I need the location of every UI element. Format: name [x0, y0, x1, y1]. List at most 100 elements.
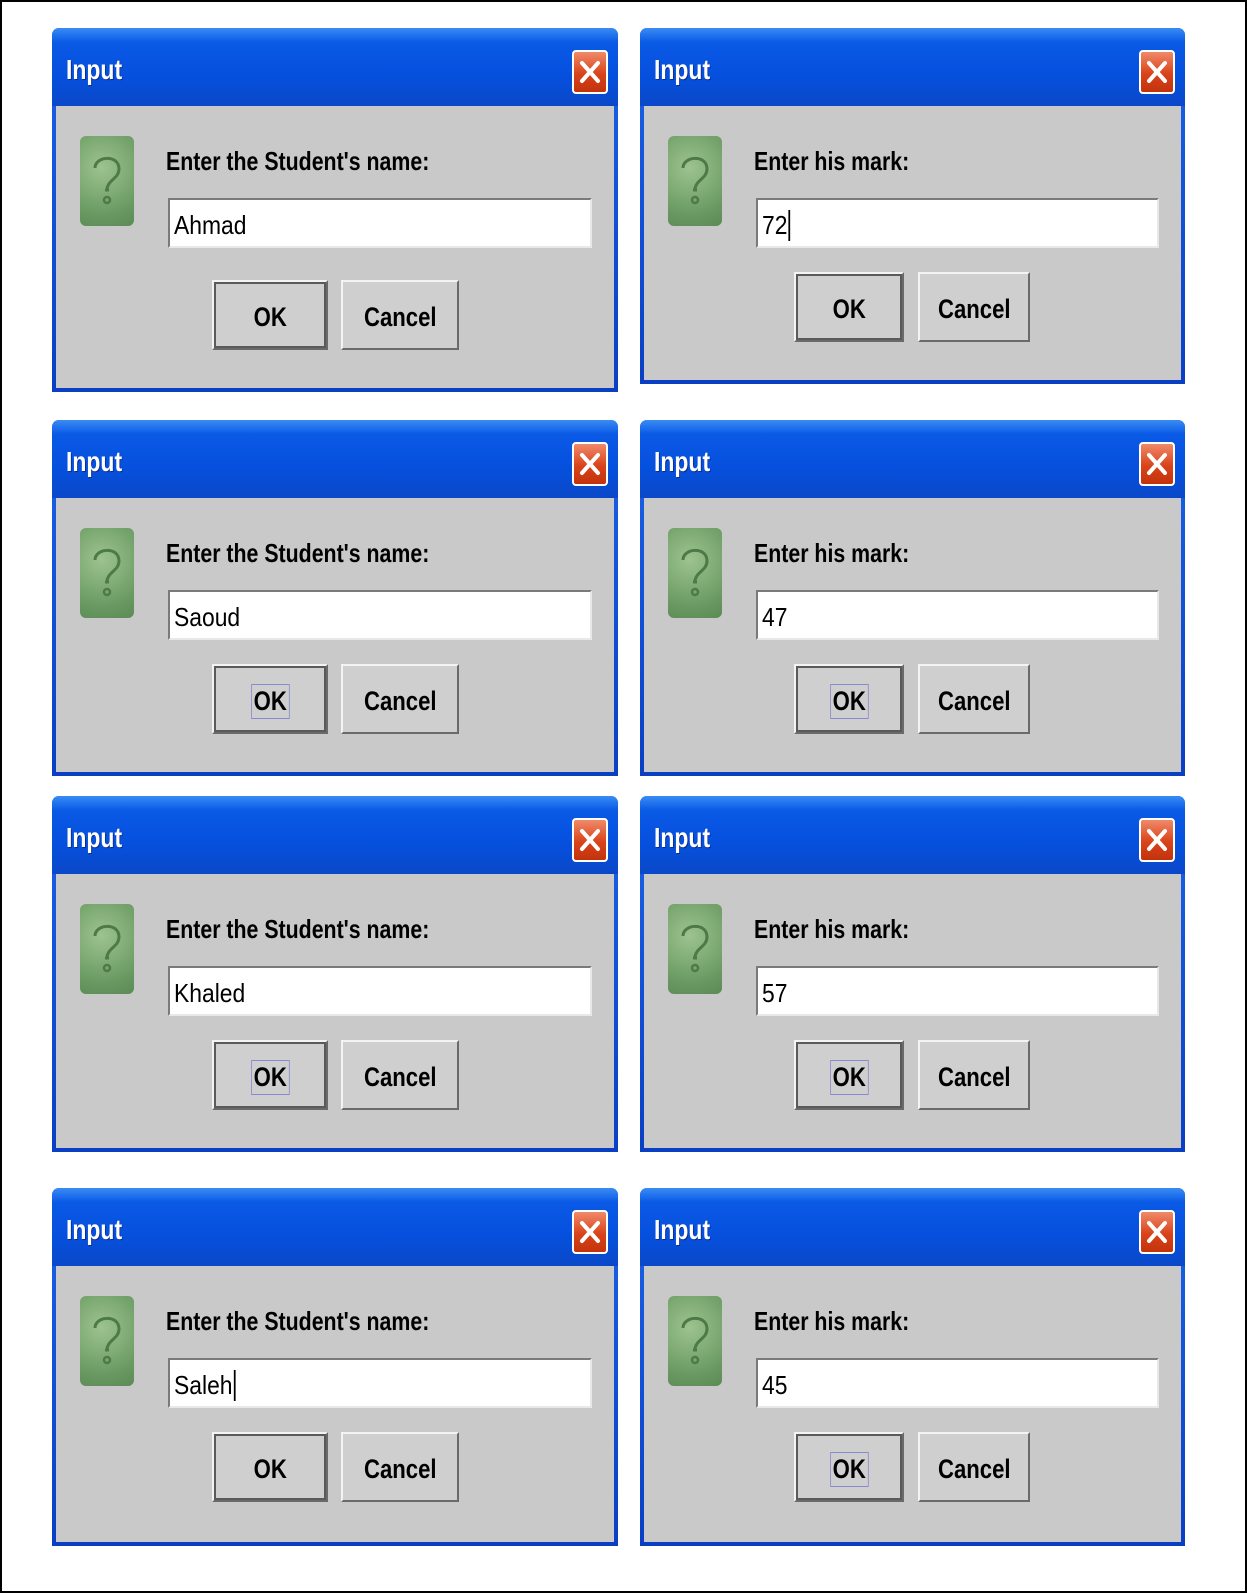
cancel-button[interactable]: Cancel — [918, 664, 1030, 734]
question-mark-icon — [668, 136, 722, 226]
dialog-body: Enter his mark: 72 OK Cancel — [644, 106, 1181, 380]
title-bar[interactable]: Input — [640, 796, 1185, 874]
close-button[interactable] — [572, 442, 608, 486]
ok-label: OK — [250, 684, 290, 719]
name-input[interactable]: Saoud — [168, 590, 592, 640]
question-mark-icon — [80, 904, 134, 994]
prompt-label: Enter the Student's name: — [166, 1306, 430, 1336]
close-button[interactable] — [1139, 50, 1175, 94]
title-bar[interactable]: Input — [52, 1188, 618, 1266]
ok-label: OK — [250, 1060, 290, 1095]
close-icon — [580, 829, 600, 851]
dialog-title: Input — [654, 54, 711, 85]
close-button[interactable] — [1139, 1210, 1175, 1254]
input-value: Saoud — [174, 602, 241, 632]
ok-button[interactable]: OK — [212, 664, 328, 734]
cancel-label: Cancel — [363, 1062, 437, 1092]
close-button[interactable] — [572, 1210, 608, 1254]
close-icon — [1147, 453, 1167, 475]
input-value: Ahmad — [174, 210, 247, 240]
close-button[interactable] — [1139, 442, 1175, 486]
cancel-button[interactable]: Cancel — [918, 272, 1030, 342]
prompt-label: Enter his mark: — [754, 538, 910, 568]
ok-label: OK — [829, 1452, 869, 1487]
close-icon — [580, 61, 600, 83]
title-bar[interactable]: Input — [52, 796, 618, 874]
title-bar[interactable]: Input — [640, 420, 1185, 498]
input-value: 72 — [762, 210, 791, 241]
cancel-label: Cancel — [937, 686, 1011, 716]
mark-input[interactable]: 72 — [756, 198, 1159, 248]
dialog-title: Input — [654, 1214, 711, 1245]
ok-button[interactable]: OK — [212, 1432, 328, 1502]
close-button[interactable] — [572, 818, 608, 862]
input-dialog-mark: Input Enter his mark: 45 OK Cancel — [640, 1188, 1185, 1546]
cancel-button[interactable]: Cancel — [341, 1040, 459, 1110]
cancel-label: Cancel — [363, 686, 437, 716]
close-icon — [1147, 829, 1167, 851]
name-input[interactable]: Ahmad — [168, 198, 592, 248]
mark-input[interactable]: 57 — [756, 966, 1159, 1016]
input-value: 57 — [762, 978, 788, 1008]
title-bar[interactable]: Input — [640, 1188, 1185, 1266]
question-mark-icon — [668, 1296, 722, 1386]
title-bar[interactable]: Input — [640, 28, 1185, 106]
input-dialog-name: Input Enter the Student's name: Saleh OK… — [52, 1188, 618, 1546]
mark-input[interactable]: 47 — [756, 590, 1159, 640]
ok-button[interactable]: OK — [794, 272, 904, 342]
dialog-body: Enter his mark: 57 OK Cancel — [644, 874, 1181, 1148]
close-icon — [1147, 61, 1167, 83]
ok-button[interactable]: OK — [794, 1432, 904, 1502]
dialog-title: Input — [654, 446, 711, 477]
close-icon — [580, 1221, 600, 1243]
question-mark-icon — [668, 528, 722, 618]
ok-button[interactable]: OK — [212, 280, 328, 350]
close-button[interactable] — [1139, 818, 1175, 862]
name-input[interactable]: Khaled — [168, 966, 592, 1016]
cancel-button[interactable]: Cancel — [341, 664, 459, 734]
prompt-label: Enter the Student's name: — [166, 538, 430, 568]
dialog-body: Enter his mark: 45 OK Cancel — [644, 1266, 1181, 1542]
cancel-button[interactable]: Cancel — [918, 1040, 1030, 1110]
cancel-label: Cancel — [937, 1062, 1011, 1092]
dialog-title: Input — [66, 54, 123, 85]
dialog-body: Enter the Student's name: Khaled OK Canc… — [56, 874, 614, 1148]
prompt-label: Enter his mark: — [754, 1306, 910, 1336]
title-bar[interactable]: Input — [52, 420, 618, 498]
close-button[interactable] — [572, 50, 608, 94]
close-icon — [580, 453, 600, 475]
dialog-title: Input — [66, 1214, 123, 1245]
input-dialog-mark: Input Enter his mark: 47 OK Cancel — [640, 420, 1185, 776]
cancel-button[interactable]: Cancel — [341, 280, 459, 350]
input-dialog-name: Input Enter the Student's name: Ahmad OK… — [52, 28, 618, 392]
cancel-button[interactable]: Cancel — [341, 1432, 459, 1502]
mark-input[interactable]: 45 — [756, 1358, 1159, 1408]
question-mark-icon — [80, 528, 134, 618]
cancel-label: Cancel — [363, 302, 437, 332]
dialog-body: Enter the Student's name: Ahmad OK Cance… — [56, 106, 614, 388]
ok-button[interactable]: OK — [794, 664, 904, 734]
input-dialog-mark: Input Enter his mark: 72 OK Cancel — [640, 28, 1185, 384]
ok-label: OK — [253, 302, 287, 332]
ok-button[interactable]: OK — [794, 1040, 904, 1110]
cancel-label: Cancel — [937, 1454, 1011, 1484]
cancel-label: Cancel — [937, 294, 1011, 324]
ok-label: OK — [829, 684, 869, 719]
input-dialog-name: Input Enter the Student's name: Saoud OK… — [52, 420, 618, 776]
input-value: 45 — [762, 1370, 788, 1400]
prompt-label: Enter the Student's name: — [166, 914, 430, 944]
dialog-body: Enter his mark: 47 OK Cancel — [644, 498, 1181, 772]
dialog-title: Input — [66, 822, 123, 853]
input-value: Saleh — [174, 1370, 236, 1401]
cancel-button[interactable]: Cancel — [918, 1432, 1030, 1502]
title-bar[interactable]: Input — [52, 28, 618, 106]
ok-button[interactable]: OK — [212, 1040, 328, 1110]
input-value: Khaled — [174, 978, 246, 1008]
close-icon — [1147, 1221, 1167, 1243]
input-dialog-mark: Input Enter his mark: 57 OK Cancel — [640, 796, 1185, 1152]
prompt-label: Enter the Student's name: — [166, 146, 430, 176]
name-input[interactable]: Saleh — [168, 1358, 592, 1408]
question-mark-icon — [80, 136, 134, 226]
question-mark-icon — [668, 904, 722, 994]
prompt-label: Enter his mark: — [754, 146, 910, 176]
